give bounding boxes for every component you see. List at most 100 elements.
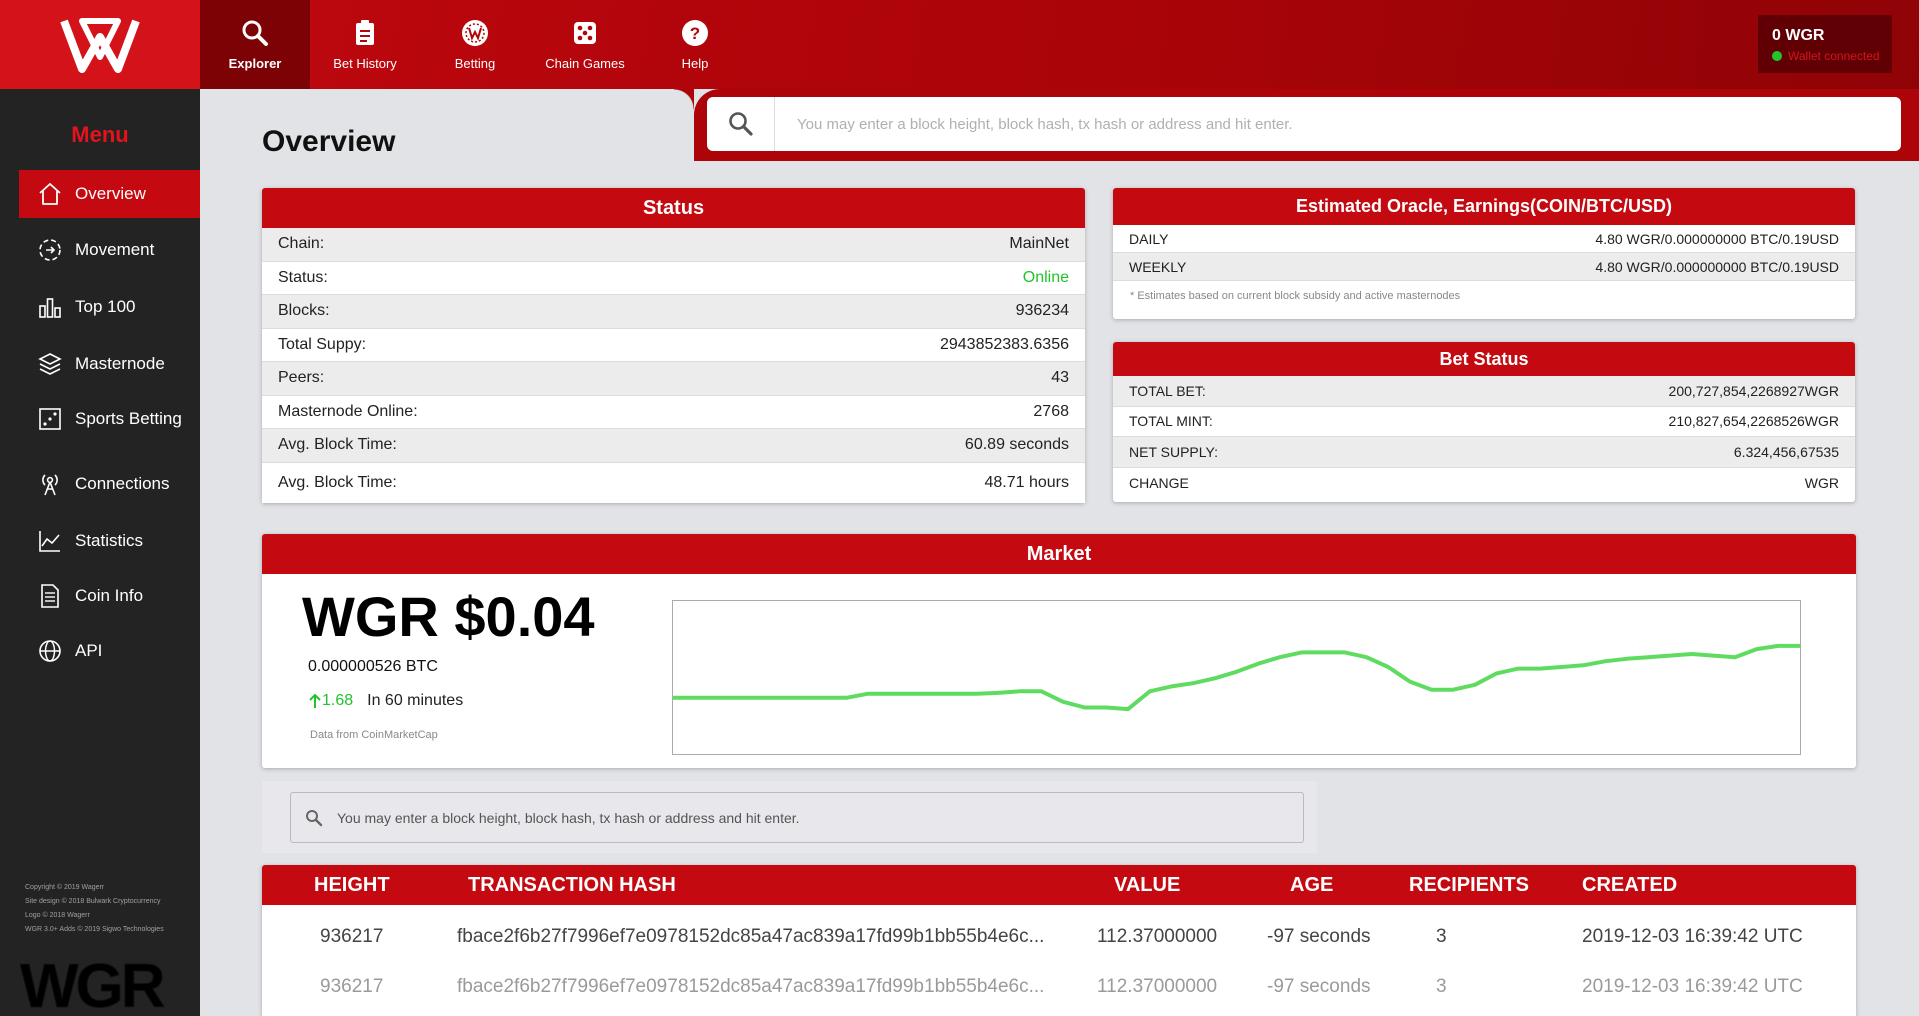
status-rows: Chain: MainNet Status: Online Blocks: 93623… <box>262 228 1085 503</box>
row-value: 4.80 WGR/0.000000000 BTC/0.19USD <box>1595 258 1839 275</box>
status-row-masternodes: Masternode Online: 2768 <box>262 396 1085 429</box>
nav-label: Bet History <box>333 56 397 71</box>
cell-hash[interactable]: fbace2f6b27f7996ef7e0978152dc85a47ac839a… <box>457 912 1044 962</box>
oracle-title: Estimated Oracle, Earnings(COIN/BTC/USD) <box>1113 188 1855 225</box>
sidebar: Menu Overview Movement Top 100 Masternod… <box>0 89 200 1016</box>
nav-chain-games[interactable]: Chain Games <box>530 0 640 89</box>
bet-status-title: Bet Status <box>1113 342 1855 376</box>
globe-icon <box>39 640 61 662</box>
clipboard-icon <box>356 20 374 45</box>
column-header-recipients[interactable]: RECIPIENTS <box>1409 865 1529 905</box>
sidebar-item-api[interactable]: API <box>19 627 200 675</box>
row-value: MainNet <box>1009 235 1069 253</box>
top-bar: Explorer Bet History Betting Chain Games… <box>0 0 1919 89</box>
nav-explorer[interactable]: Explorer <box>200 0 310 89</box>
status-panel: Status Chain: MainNet Status: Online Block… <box>262 188 1085 503</box>
movement-icon <box>39 239 61 261</box>
nav-betting[interactable]: Betting <box>420 0 530 89</box>
oracle-row-daily: DAILY 4.80 WGR/0.000000000 BTC/0.19USD <box>1113 225 1855 253</box>
column-header-hash[interactable]: TRANSACTION HASH <box>468 865 676 905</box>
oracle-note: * Estimates based on current block subsi… <box>1130 290 1461 302</box>
top-nav: Explorer Bet History Betting Chain Games… <box>200 0 750 89</box>
sidebar-item-coin-info[interactable]: Coin Info <box>19 572 200 620</box>
wagerr-logo[interactable] <box>0 0 200 89</box>
sidebar-item-top-100[interactable]: Top 100 <box>19 283 200 331</box>
cell-height[interactable]: 936217 <box>320 962 383 1012</box>
bet-status-panel: Bet Status TOTAL BET: 200,727,854,2268927… <box>1113 342 1855 502</box>
sidebar-item-connections[interactable]: Connections <box>19 460 200 508</box>
row-value: 200,727,854,2268927WGR <box>1668 382 1839 399</box>
document-icon <box>41 584 59 608</box>
bet-status-rows: TOTAL BET: 200,727,854,2268927WGR TOTAL M… <box>1113 376 1855 498</box>
bet-row-total-mint: TOTAL MINT: 210,827,654,2268526WGR <box>1113 407 1855 437</box>
nav-label: Help <box>681 56 709 71</box>
row-label: Status: <box>278 268 328 286</box>
cell-hash[interactable]: fbace2f6b27f7996ef7e0978152dc85a47ac839a… <box>457 962 1044 1012</box>
sidebar-item-label: Overview <box>75 184 146 203</box>
status-online-value: Online <box>1022 268 1069 286</box>
change-value: 1.68 <box>322 692 354 709</box>
column-header-age[interactable]: AGE <box>1290 865 1333 905</box>
cell-created: 2019-12-03 16:39:42 UTC <box>1582 976 1803 997</box>
row-value: 210,827,654,2268526WGR <box>1668 413 1839 430</box>
sidebar-item-label: Movement <box>75 240 155 259</box>
status-row-status: Status: Online <box>262 262 1085 295</box>
row-label: WEEKLY <box>1129 258 1187 275</box>
wallet-widget[interactable]: 0 WGR Wallet connected <box>1758 15 1892 73</box>
nav-bet-history[interactable]: Bet History <box>310 0 420 89</box>
row-label: Masternode Online: <box>278 402 418 420</box>
cell-height[interactable]: 936217 <box>320 912 383 962</box>
column-header-value[interactable]: VALUE <box>1114 865 1180 905</box>
row-value: 60.89 seconds <box>964 436 1069 454</box>
search-icon[interactable] <box>291 809 337 827</box>
search-icon[interactable] <box>707 97 775 151</box>
row-value: 2768 <box>1033 402 1069 420</box>
search-input[interactable] <box>775 99 1901 149</box>
row-label: TOTAL BET: <box>1129 382 1206 399</box>
market-data-source: Data from CoinMarketCap <box>310 729 438 741</box>
nav-help[interactable]: ? Help <box>640 0 750 89</box>
sidebar-item-movement[interactable]: Movement <box>19 226 200 274</box>
status-row-supply: Total Suppy: 2943852383.6356 <box>262 329 1085 362</box>
row-value: 4.80 WGR/0.000000000 BTC/0.19USD <box>1595 230 1839 247</box>
table-row[interactable]: 936217 fbace2f6b27f7996ef7e0978152dc85a4… <box>262 962 1856 1012</box>
sidebar-item-label: Coin Info <box>75 586 144 605</box>
row-label: Avg. Block Time: <box>278 473 397 491</box>
sidebar-item-masternode[interactable]: Masternode <box>19 340 200 388</box>
status-row-block-time-hours: Avg. Block Time: 48.71 hours <box>262 462 1085 503</box>
sidebar-item-statistics[interactable]: Statistics <box>19 517 200 565</box>
price-chart <box>672 600 1801 755</box>
nav-label: Explorer <box>228 56 282 71</box>
cell-created: 2019-12-03 16:39:42 UTC <box>1582 926 1803 947</box>
row-label: Total Suppy: <box>278 335 367 353</box>
status-row-chain: Chain: MainNet <box>262 228 1085 262</box>
row-label: DAILY <box>1129 230 1169 247</box>
column-header-height[interactable]: HEIGHT <box>314 865 390 905</box>
sidebar-item-label: Sports Betting <box>75 409 182 428</box>
antenna-icon <box>42 474 58 496</box>
oracle-rows: DAILY 4.80 WGR/0.000000000 BTC/0.19USD WE… <box>1113 225 1855 281</box>
wagerr-w-logo-icon <box>60 17 140 73</box>
dice-icon <box>574 22 596 44</box>
dice-icon <box>39 408 61 430</box>
table-header: HEIGHT TRANSACTION HASH VALUE AGE RECIPI… <box>262 865 1856 905</box>
row-label: Peers: <box>278 369 325 387</box>
nav-label: Betting <box>454 56 496 71</box>
price-chart-svg <box>673 643 1800 712</box>
wagerr-badge-icon <box>462 20 488 46</box>
sidebar-item-sports-betting[interactable]: Sports Betting <box>19 395 200 443</box>
sidebar-item-label: Statistics <box>75 531 144 550</box>
table-row[interactable]: 936217 fbace2f6b27f7996ef7e0978152dc85a4… <box>262 912 1856 962</box>
status-row-peers: Peers: 43 <box>262 362 1085 396</box>
column-header-created[interactable]: CREATED <box>1582 865 1677 905</box>
footer-line: Logo © 2018 Wagerr <box>25 912 90 919</box>
market-price: WGR $0.04 <box>302 585 595 648</box>
row-label: Chain: <box>278 235 325 253</box>
bet-row-net-supply: NET SUPPLY: 6.324,456,67535 <box>1113 437 1855 468</box>
search-input[interactable] <box>337 795 1303 840</box>
layers-icon <box>38 353 62 375</box>
market-panel: Market WGR $0.04 0.000000526 BTC 1.68 In… <box>262 534 1856 768</box>
bet-row-change: CHANGE WGR <box>1113 468 1855 499</box>
sidebar-item-overview[interactable]: Overview <box>19 170 200 218</box>
row-label: NET SUPPLY: <box>1129 443 1218 460</box>
